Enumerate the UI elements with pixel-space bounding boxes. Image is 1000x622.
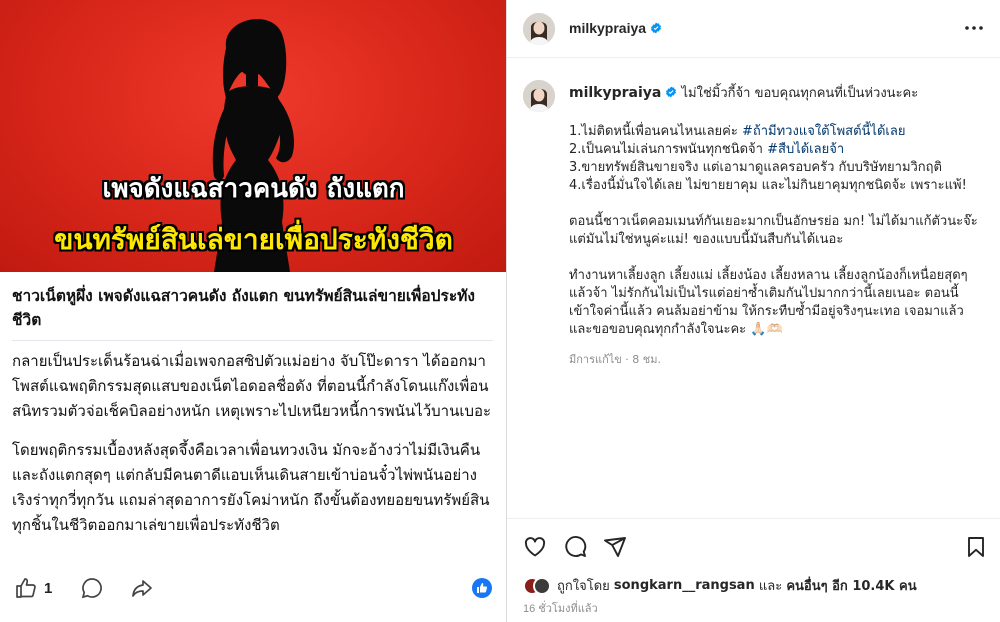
facebook-post: เพจดังแฉสาวคนดัง ถังแตก ขนทรัพย์สินเล่ขา… bbox=[0, 0, 507, 622]
heart-icon[interactable] bbox=[523, 535, 547, 559]
share-icon bbox=[132, 580, 152, 597]
bookmark-icon[interactable] bbox=[964, 535, 988, 559]
caption-paragraph: ตอนนี้ชาวเน็ตคอมเมนท์กันเยอะมากเป็นอักษร… bbox=[569, 214, 978, 247]
liker-username[interactable]: songkarn__rangsan bbox=[614, 578, 755, 593]
avatar[interactable] bbox=[523, 80, 555, 112]
liker-avatar bbox=[533, 576, 551, 595]
post-header: milkypraiya bbox=[507, 0, 1000, 58]
caption: milkypraiya ไม่ใช่มิ้วกี้จ้า ขอบคุณทุกคน… bbox=[523, 80, 993, 380]
more-options-icon[interactable] bbox=[961, 16, 987, 40]
caption-list-item: 3.ขายทรัพย์สินขายจริง แต่เอามาดูแลครอบคร… bbox=[569, 160, 942, 175]
verified-badge-icon bbox=[651, 22, 662, 34]
caption-list-item: 1.ไม่ติดหนี้เพื่อนคนไหนเลยค่ะ #ถ้ามีทวงแ… bbox=[569, 124, 906, 139]
paper-plane-icon[interactable] bbox=[603, 535, 627, 559]
post-title[interactable]: ชาวเน็ตหูผึ่ง เพจดังแฉสาวคนดัง ถังแตก ขน… bbox=[12, 284, 493, 332]
hashtag-link[interactable]: #สืบได้เลยจ้า bbox=[767, 142, 844, 157]
caption-list: 1.ไม่ติดหนี้เพื่อนคนไหนเลยค่ะ #ถ้ามีทวงแ… bbox=[569, 123, 989, 195]
instagram-post: milkypraiya milkypraiya ไม่ใช่มิ้วกี้จ้า… bbox=[507, 0, 1000, 622]
username[interactable]: milkypraiya bbox=[569, 20, 662, 36]
post-action-bar: 1 bbox=[0, 566, 506, 614]
like-reaction-icon[interactable] bbox=[472, 578, 492, 598]
caption-first-line: ไม่ใช่มิ้วกี้จ้า ขอบคุณทุกคนที่เป็นห่วงน… bbox=[681, 86, 919, 101]
edited-timestamp: มีการแก้ไข · 8 ชม. bbox=[569, 353, 661, 366]
post-actions: ถูกใจโดย songkarn__rangsan และ คนอื่นๆ อ… bbox=[507, 518, 1000, 622]
share-button[interactable] bbox=[130, 576, 154, 600]
caption-list-item: 4.เรื่องนี้มั่นใจได้เลย ไม่ขายยาคุม และไ… bbox=[569, 178, 967, 193]
comment-icon bbox=[81, 578, 102, 599]
like-button[interactable]: 1 bbox=[14, 576, 52, 600]
post-paragraph: โดยพฤติกรรมเบื้องหลังสุดจึ้งคือเวลาเพื่อ… bbox=[12, 441, 490, 534]
like-count: 1 bbox=[44, 579, 53, 597]
thumbs-up-icon bbox=[16, 578, 36, 598]
liked-by-prefix: ถูกใจโดย bbox=[557, 579, 610, 594]
comment-icon[interactable] bbox=[563, 535, 587, 559]
divider bbox=[12, 340, 493, 341]
caption-username[interactable]: milkypraiya bbox=[569, 85, 661, 101]
likes-count[interactable]: คนอื่นๆ อีก 10.4K คน bbox=[786, 575, 916, 596]
comment-button[interactable] bbox=[80, 576, 104, 600]
hashtag-link[interactable]: #ถ้ามีทวงแจใต้โพสต์นี้ได้เลย bbox=[742, 124, 905, 139]
post-timestamp: 16 ชั่วโมงที่แล้ว bbox=[523, 603, 598, 615]
caption-paragraph: ทำงานหาเลี้ยงลูก เลี้ยงแม่ เลี้ยงน้อง เล… bbox=[569, 268, 968, 337]
caption-list-item: 2.เป็นคนไม่เล่นการพนันทุกชนิดจ้า #สืบได้… bbox=[569, 142, 845, 157]
post-paragraph: กลายเป็นประเด็นร้อนฉ่าเมื่อเพจกอสซิปตัวแ… bbox=[12, 352, 492, 420]
caption-text: milkypraiya ไม่ใช่มิ้วกี้จ้า ขอบคุณทุกคน… bbox=[569, 84, 989, 369]
verified-badge-icon bbox=[666, 86, 677, 98]
post-body: ชาวเน็ตหูผึ่ง เพจดังแฉสาวคนดัง ถังแตก ขน… bbox=[0, 272, 506, 564]
image-headline-line2: ขนทรัพย์สินเล่ขายเพื่อประทังชีวิต bbox=[54, 223, 453, 256]
liked-by-summary[interactable]: ถูกใจโดย songkarn__rangsan และ คนอื่นๆ อ… bbox=[523, 575, 917, 596]
post-image[interactable]: เพจดังแฉสาวคนดัง ถังแตก ขนทรัพย์สินเล่ขา… bbox=[0, 0, 506, 272]
image-headline-line1: เพจดังแฉสาวคนดัง ถังแตก bbox=[102, 174, 405, 204]
avatar[interactable] bbox=[523, 13, 555, 45]
liked-by-middle: และ bbox=[758, 579, 783, 594]
